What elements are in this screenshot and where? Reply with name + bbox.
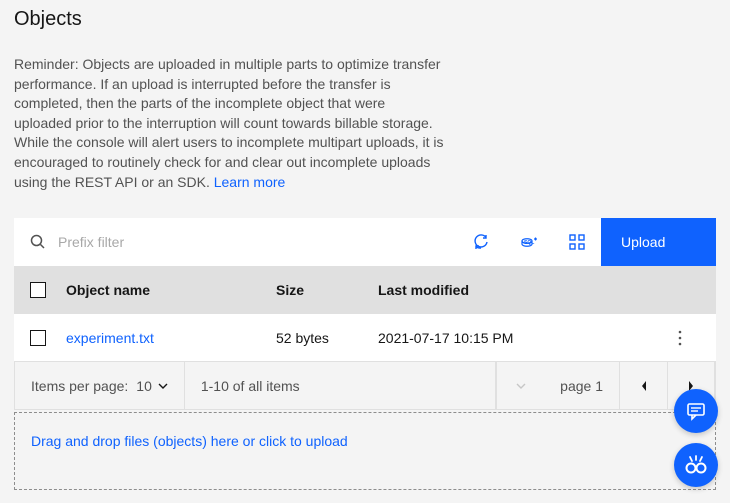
table-row: experiment.txt 52 bytes 2021-07-17 10:15… <box>14 314 716 362</box>
chevron-down-icon <box>516 383 526 389</box>
items-per-page: Items per page: 10 <box>15 362 185 409</box>
col-header-size: Size <box>276 282 366 298</box>
col-header-modified: Last modified <box>378 282 648 298</box>
search-wrapper <box>14 218 457 266</box>
upload-dropzone[interactable]: Drag and drop files (objects) here or cl… <box>14 412 716 490</box>
learn-more-link[interactable]: Learn more <box>214 174 286 190</box>
chat-fab[interactable] <box>674 389 718 433</box>
reminder-text: Reminder: Objects are uploaded in multip… <box>14 55 444 192</box>
svg-text:SQL: SQL <box>524 240 534 246</box>
object-name-link[interactable]: experiment.txt <box>66 330 154 346</box>
pagination-bar: Items per page: 10 1-10 of all items pag… <box>14 362 716 410</box>
assistant-icon <box>683 452 709 478</box>
page-title: Objects <box>14 8 716 31</box>
sql-query-button[interactable]: SQL <box>505 218 553 266</box>
pagination-range: 1-10 of all items <box>185 362 496 409</box>
items-per-page-select[interactable]: 10 <box>136 378 168 394</box>
object-modified: 2021-07-17 10:15 PM <box>378 330 648 346</box>
grid-view-button[interactable] <box>553 218 601 266</box>
prefix-filter-input[interactable] <box>58 234 441 250</box>
page-number: page 1 <box>544 362 619 409</box>
search-icon <box>30 234 46 250</box>
chevron-down-icon <box>158 383 168 389</box>
refresh-button[interactable] <box>457 218 505 266</box>
objects-toolbar: SQL Upload <box>14 218 716 266</box>
prev-page-button[interactable] <box>619 362 667 409</box>
reminder-body: Reminder: Objects are uploaded in multip… <box>14 56 444 190</box>
row-overflow-menu[interactable] <box>660 330 700 346</box>
object-size: 52 bytes <box>276 330 366 346</box>
col-header-name: Object name <box>58 282 264 298</box>
dropzone-label: Drag and drop files (objects) here or cl… <box>31 433 348 449</box>
assistant-fab[interactable] <box>674 443 718 487</box>
items-per-page-value: 10 <box>136 378 152 394</box>
items-per-page-label: Items per page: <box>31 378 128 394</box>
caret-left-icon <box>640 380 648 392</box>
upload-button[interactable]: Upload <box>601 218 716 266</box>
chat-icon <box>685 400 707 422</box>
row-checkbox[interactable] <box>30 330 46 346</box>
table-header: Object name Size Last modified <box>14 266 716 314</box>
select-all-checkbox[interactable] <box>30 282 46 298</box>
page-select[interactable] <box>496 362 544 409</box>
